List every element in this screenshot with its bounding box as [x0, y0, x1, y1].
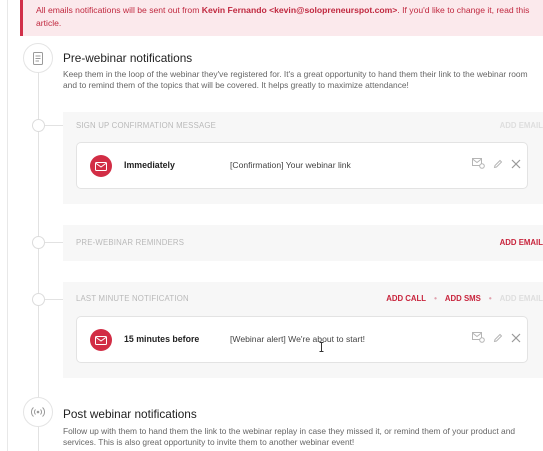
add-sms-button[interactable]: ADD SMS — [445, 294, 481, 303]
pre-webinar-reminders-panel: PRE-WEBINAR REMINDERS ADD EMAIL — [63, 225, 543, 261]
timeline-node — [32, 236, 45, 249]
add-email-button[interactable]: ADD EMAIL — [500, 294, 543, 303]
add-call-button[interactable]: ADD CALL — [386, 294, 426, 303]
separator-dot: • — [488, 294, 492, 303]
signup-confirmation-panel: SIGN UP CONFIRMATION MESSAGE ADD EMAIL I… — [63, 112, 543, 204]
separator-dot: • — [434, 294, 437, 303]
email-card[interactable]: Immediately [Confirmation] Your webinar … — [76, 142, 528, 189]
envelope-icon — [90, 329, 112, 351]
document-icon — [23, 43, 53, 73]
last-minute-notification-panel: LAST MINUTE NOTIFICATION ADD CALL • ADD … — [63, 282, 543, 378]
close-icon[interactable] — [511, 159, 521, 169]
post-webinar-description: Follow up with them to hand them the lin… — [63, 426, 543, 448]
pre-webinar-desc-line1: Keep them in the loop of the webinar the… — [63, 69, 528, 79]
panel-actions: ADD CALL • ADD SMS • ADD EMAIL — [386, 294, 543, 303]
card-actions — [472, 332, 521, 343]
timeline-branch — [45, 242, 63, 243]
add-email-button[interactable]: ADD EMAIL — [500, 121, 543, 130]
alert-text-middle: . If you'd like to change it, — [397, 5, 497, 15]
panel-actions: ADD EMAIL — [500, 121, 543, 130]
timeline-node — [32, 119, 45, 132]
timeline-line — [38, 48, 39, 451]
post-webinar-desc-line1: Follow up with them to hand them the lin… — [63, 426, 516, 436]
panel-actions: ADD EMAIL — [500, 238, 543, 247]
broadcast-icon — [23, 397, 53, 427]
card-timing: 15 minutes before — [124, 334, 200, 344]
alert-text-before: All emails notifications will be sent ou… — [36, 5, 202, 15]
panel-label: PRE-WEBINAR REMINDERS — [76, 238, 185, 247]
post-webinar-title: Post webinar notifications — [63, 407, 197, 421]
timeline-branch — [45, 125, 63, 126]
pre-webinar-description: Keep them in the loop of the webinar the… — [63, 69, 543, 91]
preview-icon[interactable] — [472, 332, 485, 343]
left-border — [7, 0, 8, 451]
pre-webinar-desc-line2: and to remind them of the topics that wi… — [63, 80, 409, 90]
alert-link[interactable]: read this — [496, 5, 529, 15]
timeline-node — [32, 293, 45, 306]
card-timing: Immediately — [124, 160, 175, 170]
card-subject: [Confirmation] Your webinar link — [230, 160, 351, 170]
pencil-icon[interactable] — [493, 159, 503, 169]
close-icon[interactable] — [511, 333, 521, 343]
card-subject: [Webinar alert] We're about to start! — [230, 334, 366, 344]
alert-link-cont[interactable]: article. — [36, 18, 61, 28]
panel-label: SIGN UP CONFIRMATION MESSAGE — [76, 121, 217, 130]
envelope-icon — [90, 155, 112, 177]
preview-icon[interactable] — [472, 158, 485, 169]
text-cursor-icon — [319, 339, 324, 357]
post-webinar-desc-line2: services. This is also great opportunity… — [63, 437, 355, 447]
pre-webinar-title: Pre-webinar notifications — [63, 51, 193, 65]
card-actions — [472, 158, 521, 169]
email-card[interactable]: 15 minutes before [Webinar alert] We're … — [76, 316, 528, 363]
pencil-icon[interactable] — [493, 333, 503, 343]
timeline-branch — [45, 299, 63, 300]
panel-label: LAST MINUTE NOTIFICATION — [76, 294, 189, 303]
sender-alert: All emails notifications will be sent ou… — [20, 0, 543, 36]
alert-sender: Kevin Fernando <kevin@solopreneurspot.co… — [201, 5, 398, 15]
add-email-button[interactable]: ADD EMAIL — [500, 238, 543, 247]
